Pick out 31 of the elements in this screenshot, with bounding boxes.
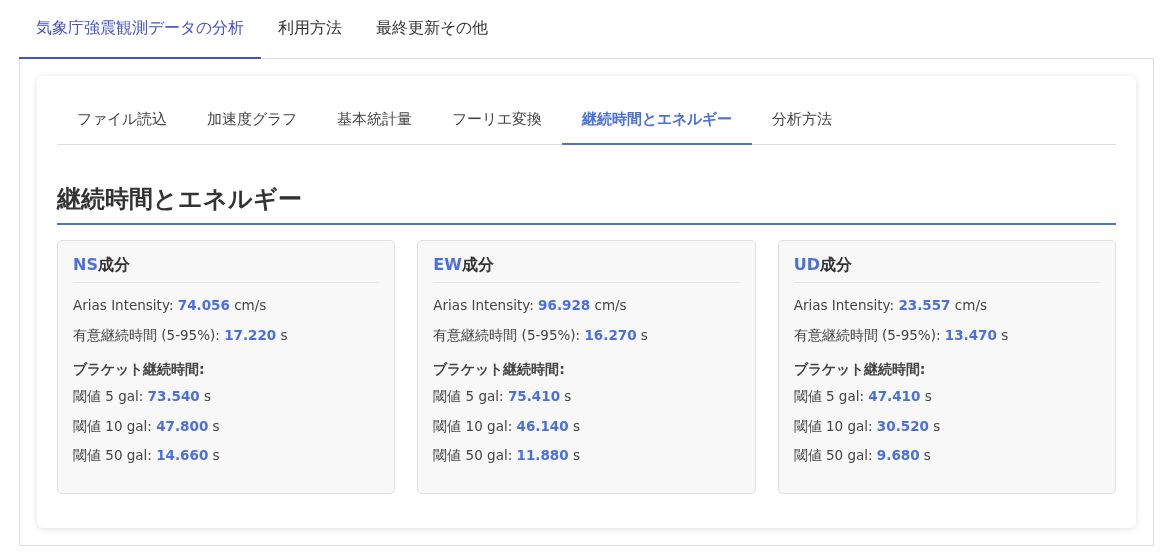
threshold-line: 閾値 10 gal: 30.520 s <box>793 416 942 436</box>
card-title: NS成分 <box>73 255 380 283</box>
sub-tab[interactable]: 基本統計量 <box>317 96 432 145</box>
subheading: ブラケット継続時間: <box>793 360 927 379</box>
subheading: ブラケット継続時間: <box>433 360 566 379</box>
stat-line: 有意継続時間 (5-95%): 13.470 s <box>793 325 1010 345</box>
main-tab[interactable]: 気象庁強震観測データの分析 <box>19 0 261 59</box>
threshold-line: 閾値 5 gal: 75.410 s <box>433 387 573 406</box>
threshold-line: 閾値 10 gal: 46.140 s <box>433 416 581 436</box>
main-tab[interactable]: 最終更新その他 <box>359 0 505 59</box>
stat-line: 有意継続時間 (5-95%): 16.270 s <box>433 325 649 345</box>
stat-line: Arias Intensity: 74.056 cm/s <box>73 296 268 315</box>
stat-line: Arias Intensity: 96.928 cm/s <box>433 296 628 315</box>
main-tab[interactable]: 利用方法 <box>261 0 359 59</box>
sub-tab[interactable]: 分析方法 <box>752 96 852 145</box>
sub-tab[interactable]: フーリエ変換 <box>432 96 562 145</box>
card-title: UD成分 <box>793 255 1100 283</box>
threshold-line: 閾値 50 gal: 11.880 s <box>433 446 581 465</box>
stat-line: Arias Intensity: 23.557 cm/s <box>793 296 988 315</box>
card-title: EW成分 <box>433 255 740 283</box>
stat-line: 有意継続時間 (5-95%): 17.220 s <box>73 325 289 345</box>
threshold-line: 閾値 5 gal: 47.410 s <box>793 387 933 406</box>
threshold-line: 閾値 5 gal: 73.540 s <box>73 387 213 406</box>
section-heading: 継続時間とエネルギー <box>57 183 1116 225</box>
threshold-line: 閾値 50 gal: 14.660 s <box>73 446 221 465</box>
sub-tab[interactable]: 加速度グラフ <box>187 96 317 145</box>
subheading: ブラケット継続時間: <box>73 360 206 379</box>
sub-tab[interactable]: 継続時間とエネルギー <box>562 96 752 145</box>
threshold-line: 閾値 10 gal: 47.800 s <box>73 416 221 436</box>
sub-tab[interactable]: ファイル読込 <box>57 96 187 145</box>
threshold-line: 閾値 50 gal: 9.680 s <box>793 446 932 465</box>
